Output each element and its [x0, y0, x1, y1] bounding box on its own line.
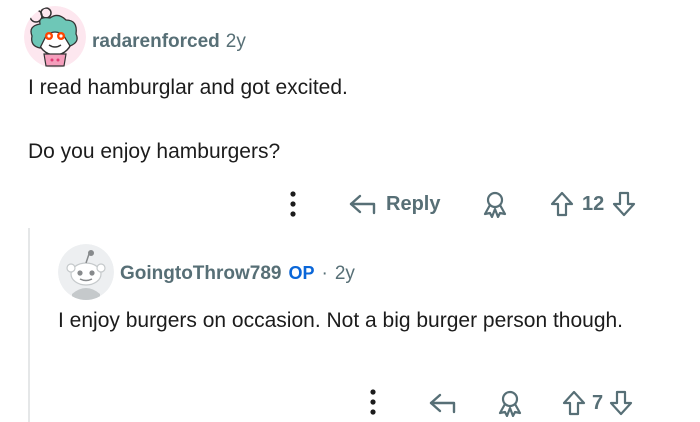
- comment-text: Do you enjoy hamburgers?: [28, 140, 281, 163]
- vote-controls: 7: [562, 389, 633, 417]
- award-icon[interactable]: [496, 389, 524, 417]
- avatar[interactable]: [24, 6, 86, 68]
- more-vertical-icon[interactable]: [286, 190, 300, 218]
- reply-arrow-icon: [348, 193, 378, 215]
- upvote-arrow-icon[interactable]: [550, 191, 574, 217]
- comment-age: 2y: [225, 31, 246, 52]
- vote-count: 12: [582, 192, 605, 215]
- more-vertical-icon[interactable]: [366, 388, 380, 416]
- username[interactable]: GoingtoThrow789: [120, 263, 282, 285]
- op-badge: OP: [288, 263, 315, 283]
- avatar[interactable]: [58, 244, 114, 300]
- separator-dot: ·: [321, 263, 328, 284]
- vote-controls: 12: [550, 190, 636, 218]
- award-icon[interactable]: [481, 190, 509, 218]
- comment-text: I enjoy burgers on occasion. Not a big b…: [58, 309, 624, 332]
- vote-count: 7: [592, 391, 604, 414]
- reply-label: Reply: [386, 192, 441, 215]
- downvote-arrow-icon[interactable]: [609, 390, 633, 416]
- username[interactable]: radarenforced: [92, 31, 220, 53]
- downvote-arrow-icon[interactable]: [612, 191, 636, 217]
- upvote-arrow-icon[interactable]: [562, 390, 586, 416]
- comment-text: I read hamburglar and got excited.: [28, 76, 348, 99]
- thread-line[interactable]: [28, 228, 30, 422]
- comment-age: 2y: [334, 263, 355, 284]
- reply-button[interactable]: Reply: [348, 190, 440, 218]
- reply-arrow-icon[interactable]: [428, 392, 458, 414]
